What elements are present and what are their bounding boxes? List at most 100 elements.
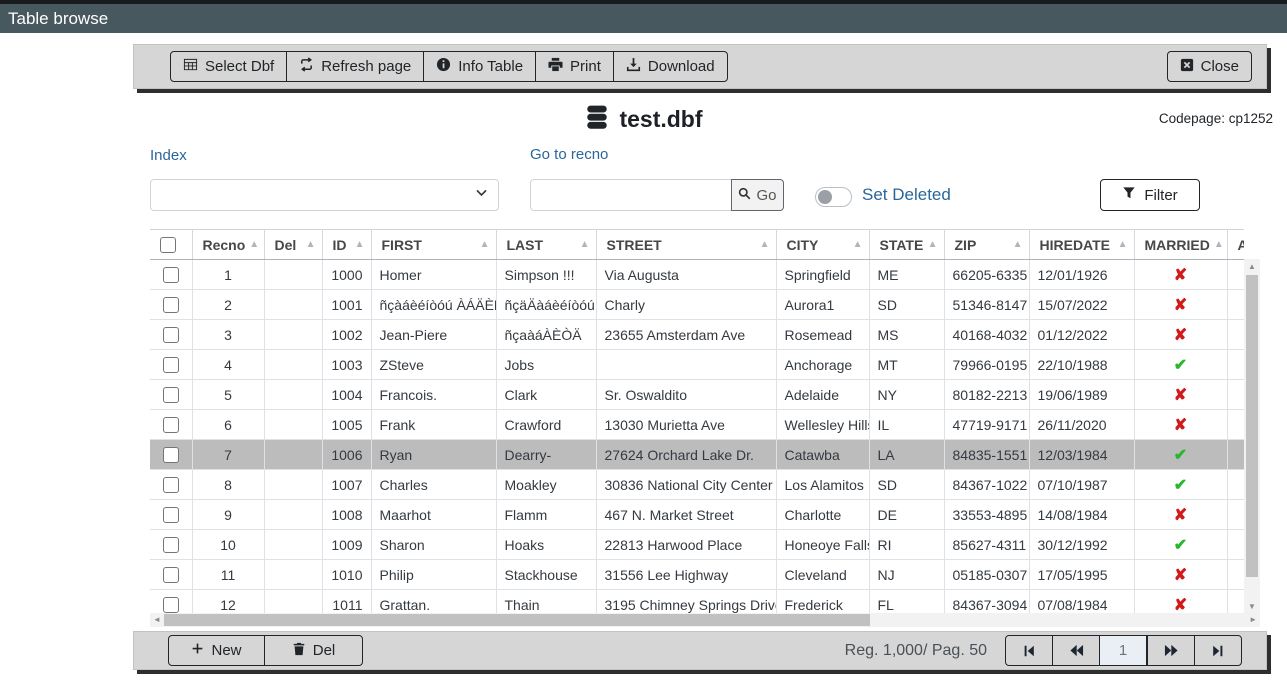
- download-button[interactable]: Download: [613, 51, 728, 82]
- city-cell: Adelaide: [776, 380, 869, 410]
- scroll-left-icon[interactable]: ◄: [153, 613, 161, 627]
- select-dbf-button[interactable]: Select Dbf: [170, 51, 287, 82]
- row-checkbox-cell: [150, 260, 192, 290]
- table-row[interactable]: 81007CharlesMoakley30836 National City C…: [150, 470, 1244, 500]
- column-header-last[interactable]: LAST▲: [496, 230, 596, 260]
- horizontal-scrollbar[interactable]: ◄ ►: [150, 613, 1260, 627]
- street-cell: 13030 Murietta Ave: [596, 410, 776, 440]
- info-table-button[interactable]: Info Table: [423, 51, 536, 82]
- column-header-first[interactable]: FIRST▲: [371, 230, 496, 260]
- row-checkbox[interactable]: [163, 447, 179, 463]
- current-page-input[interactable]: 1: [1099, 635, 1147, 666]
- table-row[interactable]: 101009SharonHoaks22813 Harwood PlaceHone…: [150, 530, 1244, 560]
- column-header-label: ID: [333, 237, 347, 253]
- first-page-button[interactable]: [1005, 635, 1053, 666]
- filter-button[interactable]: Filter: [1100, 179, 1200, 211]
- column-header-zip[interactable]: ZIP▲: [944, 230, 1029, 260]
- age-cell: [1227, 260, 1244, 290]
- table-row[interactable]: 31002Jean-PiereñçaàáÀÈÒÄ23655 Amsterdam …: [150, 320, 1244, 350]
- row-checkbox[interactable]: [163, 267, 179, 283]
- close-icon: [1180, 58, 1194, 76]
- previous-page-button[interactable]: [1052, 635, 1100, 666]
- street-cell: [596, 350, 776, 380]
- column-header-city[interactable]: CITY▲: [776, 230, 869, 260]
- id-cell: 1006: [322, 440, 371, 470]
- column-header-recno[interactable]: Recno▲: [192, 230, 264, 260]
- married-check-icon: ✔: [1174, 447, 1187, 464]
- scroll-down-icon[interactable]: ▼: [1244, 602, 1260, 611]
- row-checkbox[interactable]: [163, 597, 179, 613]
- sort-asc-icon: ▲: [580, 239, 590, 250]
- horizontal-scrollbar-thumb[interactable]: [164, 614, 870, 626]
- select-all-checkbox[interactable]: [160, 237, 176, 253]
- scroll-right-icon[interactable]: ►: [1249, 613, 1257, 627]
- row-checkbox[interactable]: [163, 477, 179, 493]
- table-row[interactable]: 21001ñçàáèéíòóú ÀÁÄÈÉñçäÄàáèéíòóúCharlyA…: [150, 290, 1244, 320]
- table-row[interactable]: 41003ZSteveJobsAnchorageMT79966-019522/1…: [150, 350, 1244, 380]
- first-cell: Charles: [371, 470, 496, 500]
- sort-asc-icon: ▲: [1013, 239, 1023, 250]
- column-header-street[interactable]: STREET▲: [596, 230, 776, 260]
- hiredate-cell: 07/08/1984: [1029, 590, 1134, 614]
- row-checkbox[interactable]: [163, 567, 179, 583]
- last-page-button[interactable]: [1194, 635, 1242, 666]
- row-checkbox-cell: [150, 440, 192, 470]
- del-cell: [264, 320, 322, 350]
- street-cell: 30836 National City Center: [596, 470, 776, 500]
- street-cell: Charly: [596, 290, 776, 320]
- table-row[interactable]: 111010PhilipStackhouse31556 Lee HighwayC…: [150, 560, 1244, 590]
- row-checkbox[interactable]: [163, 507, 179, 523]
- file-name: test.dbf: [619, 106, 702, 133]
- column-header-id[interactable]: ID▲: [322, 230, 371, 260]
- close-button[interactable]: Close: [1167, 51, 1252, 82]
- vertical-scrollbar[interactable]: ▲ ▼: [1244, 259, 1260, 613]
- table-row[interactable]: 91008MaarhotFlamm467 N. Market StreetCha…: [150, 500, 1244, 530]
- column-header-hiredate[interactable]: HIREDATE▲: [1029, 230, 1134, 260]
- vertical-scrollbar-thumb[interactable]: [1246, 275, 1258, 577]
- goto-recno-label: Go to recno: [530, 146, 608, 163]
- del-cell: [264, 440, 322, 470]
- table-row[interactable]: 61005FrankCrawford13030 Murietta AveWell…: [150, 410, 1244, 440]
- street-cell: 23655 Amsterdam Ave: [596, 320, 776, 350]
- refresh-page-button[interactable]: Refresh page: [286, 51, 424, 82]
- recno-cell: 12: [192, 590, 264, 614]
- del-cell: [264, 590, 322, 614]
- delete-record-button[interactable]: Del: [264, 635, 363, 666]
- goto-recno-input[interactable]: [530, 179, 732, 211]
- row-checkbox[interactable]: [163, 537, 179, 553]
- new-record-button[interactable]: New: [168, 635, 265, 666]
- column-header-ag[interactable]: AG: [1227, 230, 1244, 260]
- table-row[interactable]: 71006RyanDearry-27624 Orchard Lake Dr.Ca…: [150, 440, 1244, 470]
- table-row[interactable]: 11000HomerSimpson !!!Via AugustaSpringfi…: [150, 260, 1244, 290]
- column-header-state[interactable]: STATE▲: [869, 230, 944, 260]
- city-cell: Springfield: [776, 260, 869, 290]
- scroll-up-icon[interactable]: ▲: [1244, 262, 1260, 271]
- recno-cell: 7: [192, 440, 264, 470]
- codepage-label: Codepage: cp1252: [1159, 111, 1273, 126]
- table-row[interactable]: 121011Grattan.Thain3195 Chimney Springs …: [150, 590, 1244, 614]
- go-button[interactable]: Go: [731, 179, 784, 211]
- row-checkbox-cell: [150, 350, 192, 380]
- recno-cell: 4: [192, 350, 264, 380]
- last-cell: Clark: [496, 380, 596, 410]
- row-checkbox[interactable]: [163, 327, 179, 343]
- refresh-icon: [299, 57, 314, 76]
- zip-cell: 66205-6335: [944, 260, 1029, 290]
- state-cell: DE: [869, 500, 944, 530]
- column-header-del[interactable]: Del▲: [264, 230, 322, 260]
- married-check-icon: ✔: [1174, 537, 1187, 554]
- state-cell: SD: [869, 290, 944, 320]
- index-select[interactable]: [150, 179, 499, 211]
- print-button[interactable]: Print: [535, 51, 614, 82]
- row-checkbox-cell: [150, 380, 192, 410]
- next-page-button[interactable]: [1147, 635, 1195, 666]
- row-checkbox[interactable]: [163, 297, 179, 313]
- row-checkbox[interactable]: [163, 357, 179, 373]
- column-header-married[interactable]: MARRIED▲: [1134, 230, 1227, 260]
- set-deleted-toggle[interactable]: [815, 187, 852, 207]
- row-checkbox[interactable]: [163, 387, 179, 403]
- toolbar: Select Dbf Refresh page Info Table Print…: [133, 44, 1267, 89]
- table-row[interactable]: 51004Francois.ClarkSr. OswalditoAdelaide…: [150, 380, 1244, 410]
- row-checkbox[interactable]: [163, 417, 179, 433]
- sort-asc-icon: ▲: [306, 239, 316, 250]
